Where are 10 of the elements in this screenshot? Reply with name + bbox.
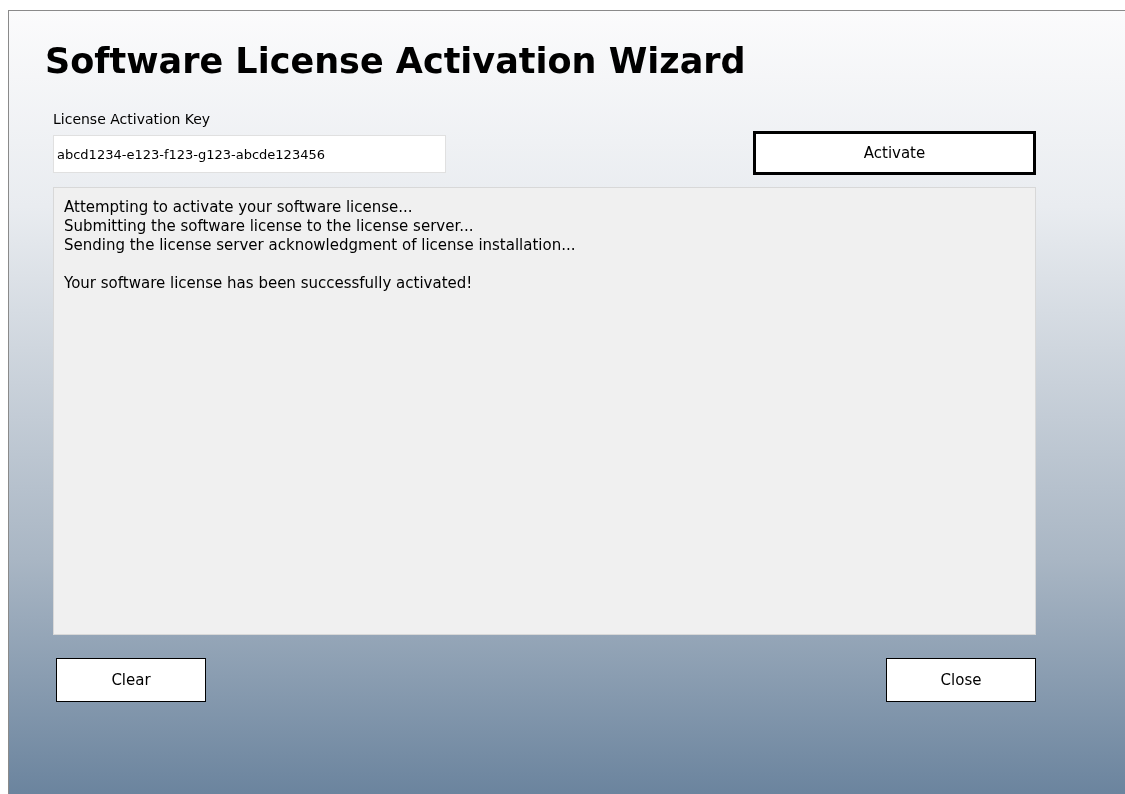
log-line: Attempting to activate your software license... xyxy=(64,198,414,217)
log-line: Sending the license server acknowledgment of license installation... xyxy=(64,236,577,255)
close-button[interactable]: Close xyxy=(886,658,1036,702)
window-title: Software License Activation Wizard xyxy=(45,41,747,81)
input-field[interactable]: abcd1234-e123-f123-g123-abcde123456 xyxy=(53,135,446,173)
field-label: License Activation Key xyxy=(53,111,212,127)
log-line: Submitting the software license to the license server... xyxy=(64,217,475,236)
clear-button[interactable]: Clear xyxy=(56,658,206,702)
log-line: Your software license has been successfully activated! xyxy=(64,274,474,293)
activate-button[interactable]: Activate xyxy=(753,131,1036,175)
